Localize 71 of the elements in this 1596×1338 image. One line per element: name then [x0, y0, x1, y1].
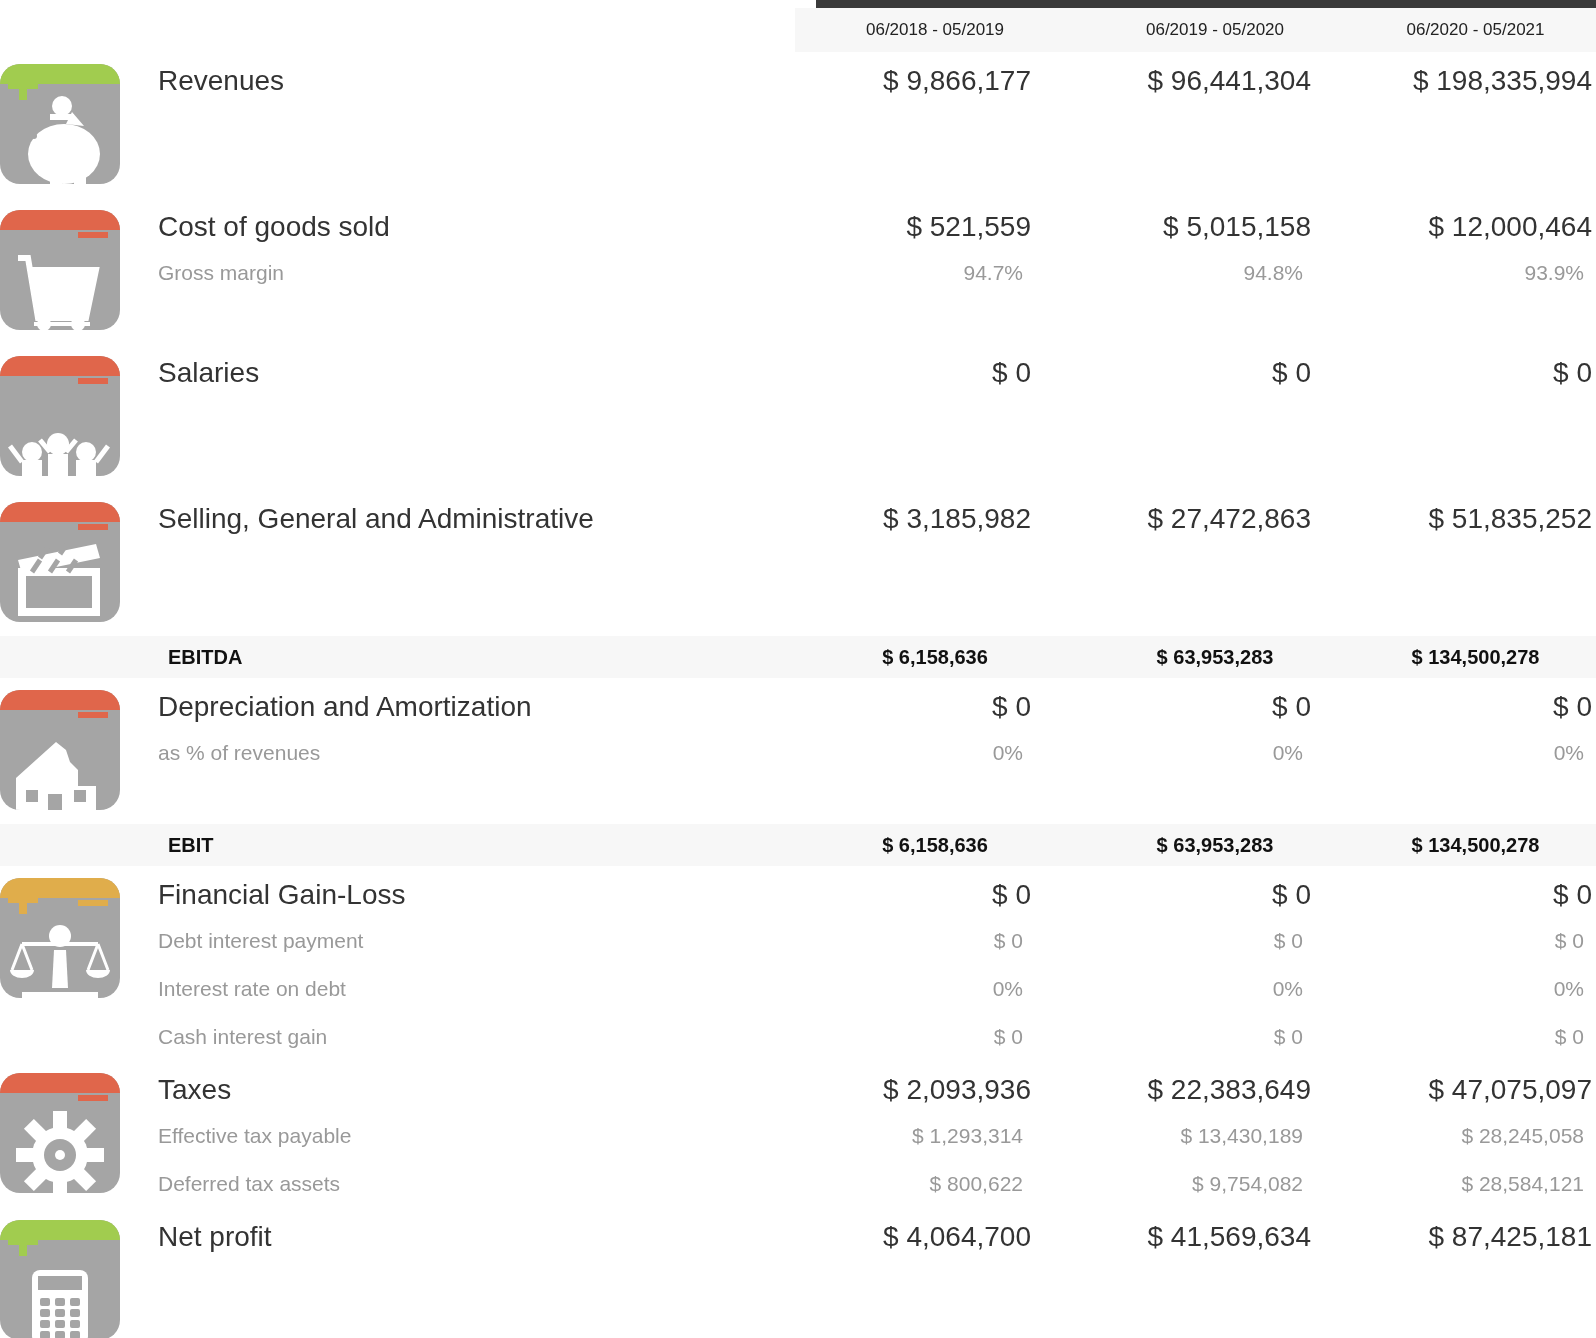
total-value: $ 63,953,283 [1156, 645, 1274, 669]
row-label: Revenues [158, 64, 285, 98]
detail-value: $ 0 [1273, 928, 1303, 954]
row-label: Net profit [158, 1220, 272, 1254]
detail-value: $ 0 [993, 1024, 1023, 1050]
value-cell: $ 47,075,097 [1428, 1073, 1592, 1107]
value-cell: $ 0 [1553, 690, 1592, 724]
value-cell: $ 0 [1272, 690, 1311, 724]
value-cell: $ 198,335,994 [1412, 64, 1592, 98]
value-cell: $ 0 [1272, 356, 1311, 390]
detail-value: 0% [1553, 740, 1584, 766]
detail-value: 0% [1272, 740, 1303, 766]
row-label: Financial Gain-Loss [158, 878, 406, 912]
total-value: $ 6,158,636 [882, 645, 988, 669]
detail-value: 0% [992, 976, 1023, 1002]
total-value: $ 63,953,283 [1156, 833, 1274, 857]
total-value: $ 134,500,278 [1411, 833, 1540, 857]
detail-value: $ 0 [993, 928, 1023, 954]
detail-value: 0% [992, 740, 1023, 766]
value-cell: $ 2,093,936 [883, 1073, 1031, 1107]
row-label: Depreciation and Amortization [158, 690, 532, 724]
detail-value: 94.8% [1243, 260, 1303, 286]
value-cell: $ 87,425,181 [1428, 1220, 1592, 1254]
detail-value: $ 9,754,082 [1192, 1171, 1303, 1197]
column-header: 06/2020 - 05/2021 [1406, 20, 1545, 40]
total-label: EBITDA [168, 645, 243, 669]
detail-value: $ 0 [1554, 928, 1584, 954]
value-cell: $ 0 [1553, 356, 1592, 390]
detail-label: Cash interest gain [158, 1024, 329, 1050]
detail-value: $ 0 [1273, 1024, 1303, 1050]
value-cell: $ 0 [1272, 878, 1311, 912]
detail-label: as % of revenues [158, 740, 322, 766]
detail-value: $ 13,430,189 [1180, 1123, 1303, 1149]
value-cell: $ 41,569,634 [1147, 1220, 1311, 1254]
value-cell: $ 96,441,304 [1147, 64, 1311, 98]
detail-label: Interest rate on debt [158, 976, 347, 1002]
value-cell: $ 0 [1553, 878, 1592, 912]
value-cell: $ 521,559 [906, 210, 1031, 244]
row-label: Selling, General and Administrative [158, 502, 594, 536]
detail-label: Gross margin [158, 260, 286, 286]
value-cell: $ 3,185,982 [883, 502, 1031, 536]
value-cell: $ 9,866,177 [883, 64, 1031, 98]
detail-value: $ 28,245,058 [1461, 1123, 1584, 1149]
detail-value: $ 800,622 [929, 1171, 1023, 1197]
row-label: Taxes [158, 1073, 233, 1107]
total-value: $ 134,500,278 [1411, 645, 1540, 669]
detail-value: 93.9% [1524, 260, 1584, 286]
detail-label: Effective tax payable [158, 1123, 352, 1149]
value-cell: $ 0 [992, 690, 1031, 724]
row-label: Cost of goods sold [158, 210, 390, 244]
value-cell: $ 27,472,863 [1147, 502, 1311, 536]
detail-label: Deferred tax assets [158, 1171, 342, 1197]
detail-value: $ 0 [1554, 1024, 1584, 1050]
detail-value: $ 1,293,314 [912, 1123, 1023, 1149]
total-label: EBIT [168, 833, 214, 857]
column-header: 06/2018 - 05/2019 [866, 20, 1004, 40]
value-cell: $ 0 [992, 878, 1031, 912]
value-cell: $ 51,835,252 [1428, 502, 1592, 536]
value-cell: $ 0 [992, 356, 1031, 390]
row-label: Salaries [158, 356, 260, 390]
detail-value: 0% [1553, 976, 1584, 1002]
value-cell: $ 5,015,158 [1163, 210, 1311, 244]
value-cell: $ 12,000,464 [1428, 210, 1592, 244]
value-cell: $ 4,064,700 [883, 1220, 1031, 1254]
column-header: 06/2019 - 05/2020 [1146, 20, 1284, 40]
detail-value: 94.7% [963, 260, 1023, 286]
detail-value: 0% [1272, 976, 1303, 1002]
total-value: $ 6,158,636 [882, 833, 988, 857]
detail-value: $ 28,584,121 [1461, 1171, 1584, 1197]
value-cell: $ 22,383,649 [1147, 1073, 1311, 1107]
detail-label: Debt interest payment [158, 928, 365, 954]
